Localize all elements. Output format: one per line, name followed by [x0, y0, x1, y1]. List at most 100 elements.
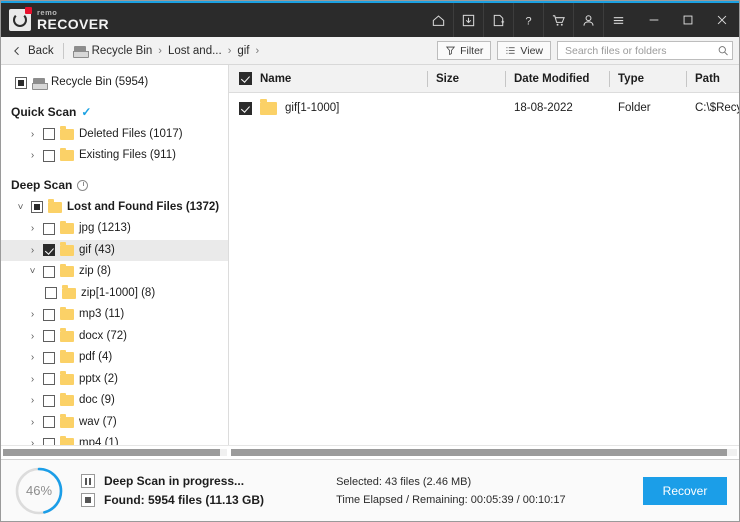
chevron-right-icon[interactable]: › — [27, 245, 38, 256]
cell-size — [427, 93, 505, 123]
tree-item-pdf[interactable]: › pdf (4) — [1, 347, 228, 369]
checkbox-existing-files[interactable] — [43, 149, 55, 162]
scan-status-label: Deep Scan in progress... — [104, 474, 245, 488]
found-files-label: Found: 5954 files (11.13 GB) — [104, 493, 265, 507]
tree-item-docx[interactable]: › docx (72) — [1, 326, 228, 348]
chevron-right-icon[interactable]: › — [27, 223, 38, 234]
checkbox-zip-range[interactable] — [45, 287, 57, 300]
checkbox-docx[interactable] — [43, 330, 55, 343]
chevron-right-icon[interactable]: › — [27, 374, 38, 385]
user-icon[interactable] — [573, 3, 603, 37]
chevron-right-icon[interactable]: › — [27, 309, 38, 320]
close-button[interactable] — [705, 3, 739, 37]
checkbox-recycle-bin[interactable] — [15, 76, 27, 89]
checkbox-deleted-files[interactable] — [43, 128, 55, 141]
tree-label-doc: doc (9) — [79, 394, 115, 406]
column-header-type[interactable]: Type — [609, 65, 686, 93]
view-button[interactable]: View — [497, 41, 551, 60]
table-row[interactable]: gif[1-1000] 18-08-2022 Folder C:\$Recycl… — [229, 93, 739, 123]
tree-item-recycle-bin[interactable]: Recycle Bin (5954) — [1, 72, 228, 94]
tree-item-zip-range[interactable]: zip[1-1000] (8) — [1, 283, 228, 305]
home-icon[interactable] — [423, 3, 453, 37]
chevron-right-icon-0: › — [158, 44, 162, 57]
checkbox-mp3[interactable] — [43, 308, 55, 321]
tree-label-lost-and-found: Lost and Found Files (1372) — [67, 200, 220, 213]
scrollbar-track[interactable] — [3, 449, 227, 456]
app-window: remo RECOVER ? Back Recycle Bin › Lost a… — [0, 0, 740, 522]
checkbox-doc[interactable] — [43, 394, 55, 407]
scrollbar-track[interactable] — [231, 449, 737, 456]
checkbox-gif[interactable] — [43, 244, 55, 257]
back-button[interactable]: Back — [11, 45, 63, 57]
recover-button[interactable]: Recover — [643, 476, 727, 505]
tree-item-wav[interactable]: › wav (7) — [1, 412, 228, 434]
column-header-size[interactable]: Size — [427, 65, 505, 93]
chevron-right-icon[interactable]: › — [27, 417, 38, 428]
folder-icon — [60, 306, 74, 321]
search-box[interactable] — [557, 41, 733, 60]
checkbox-jpg[interactable] — [43, 222, 55, 235]
chevron-right-icon[interactable]: › — [27, 438, 38, 445]
stop-button[interactable] — [81, 493, 95, 507]
tree-item-mp3[interactable]: › mp3 (11) — [1, 304, 228, 326]
chevron-right-icon[interactable]: › — [27, 352, 38, 363]
tree-item-zip[interactable]: ˅ zip (8) — [1, 261, 228, 283]
tree-item-pptx[interactable]: › pptx (2) — [1, 369, 228, 391]
scrollbar-thumb[interactable] — [231, 449, 727, 456]
tree-item-jpg[interactable]: › jpg (1213) — [1, 218, 228, 240]
menu-icon[interactable] — [603, 3, 633, 37]
cart-icon[interactable] — [543, 3, 573, 37]
column-header-path[interactable]: Path — [686, 65, 739, 93]
breadcrumb-item-0[interactable]: Recycle Bin — [72, 44, 153, 58]
tree-label-zip: zip (8) — [79, 265, 111, 277]
checkbox-mp4[interactable] — [43, 437, 55, 445]
checkbox-select-all[interactable] — [239, 72, 252, 85]
breadcrumb-label-0: Recycle Bin — [91, 44, 153, 57]
new-file-icon[interactable] — [483, 3, 513, 37]
folder-icon — [60, 392, 74, 407]
tree-item-doc[interactable]: › doc (9) — [1, 390, 228, 412]
scan-tree: Recycle Bin (5954) Quick Scan ✓ › Delete… — [1, 65, 228, 445]
help-icon[interactable]: ? — [513, 3, 543, 37]
chevron-right-icon[interactable]: › — [27, 150, 38, 161]
filter-button[interactable]: Filter — [437, 41, 492, 60]
tree-item-mp4[interactable]: › mp4 (1) — [1, 433, 228, 445]
list-view-icon — [506, 47, 516, 54]
save-icon[interactable] — [453, 3, 483, 37]
chevron-right-icon[interactable]: › — [27, 129, 38, 140]
breadcrumb-item-2[interactable]: gif — [237, 45, 249, 57]
breadcrumb-item-1[interactable]: Lost and... — [168, 45, 222, 57]
chevron-right-icon-2: › — [255, 44, 260, 57]
tree-item-lost-and-found[interactable]: ˅ Lost and Found Files (1372) — [1, 197, 228, 219]
maximize-button[interactable] — [671, 3, 705, 37]
search-input[interactable] — [565, 44, 717, 57]
minimize-button[interactable] — [637, 3, 671, 37]
time-elapsed-label: Time Elapsed / Remaining: 00:05:39 / 00:… — [336, 493, 566, 506]
progress-percent-label: 46% — [25, 483, 53, 498]
tree-item-existing-files[interactable]: › Existing Files (911) — [1, 145, 228, 167]
sidebar-hscrollbar[interactable] — [1, 446, 229, 459]
checkbox-row[interactable] — [239, 101, 252, 115]
checkbox-zip[interactable] — [43, 265, 55, 278]
column-header-name[interactable]: Name — [229, 65, 427, 93]
column-header-date-modified[interactable]: Date Modified — [505, 65, 609, 93]
folder-icon — [60, 147, 74, 162]
tree-label-docx: docx (72) — [79, 329, 127, 342]
tree-item-deleted-files[interactable]: › Deleted Files (1017) — [1, 124, 228, 146]
folder-icon — [62, 285, 76, 299]
tree-item-gif[interactable]: › gif (43) — [1, 239, 228, 261]
chevron-right-icon[interactable]: › — [27, 331, 38, 342]
chevron-down-icon[interactable]: ˅ — [27, 266, 38, 277]
checkbox-pdf[interactable] — [43, 351, 55, 364]
checkbox-wav[interactable] — [43, 416, 55, 429]
breadcrumb-label-2: gif — [237, 44, 250, 57]
status-bar: 46% Deep Scan in progress... Found: 5954… — [1, 459, 739, 521]
checkbox-lost-and-found[interactable] — [31, 201, 43, 214]
chevron-down-icon[interactable]: ˅ — [15, 202, 26, 213]
scrollbar-thumb[interactable] — [3, 449, 221, 456]
folder-icon — [60, 349, 74, 364]
chevron-right-icon[interactable]: › — [27, 395, 38, 406]
filelist-hscrollbar[interactable] — [229, 446, 739, 459]
pause-button[interactable] — [81, 474, 95, 488]
checkbox-pptx[interactable] — [43, 373, 55, 386]
